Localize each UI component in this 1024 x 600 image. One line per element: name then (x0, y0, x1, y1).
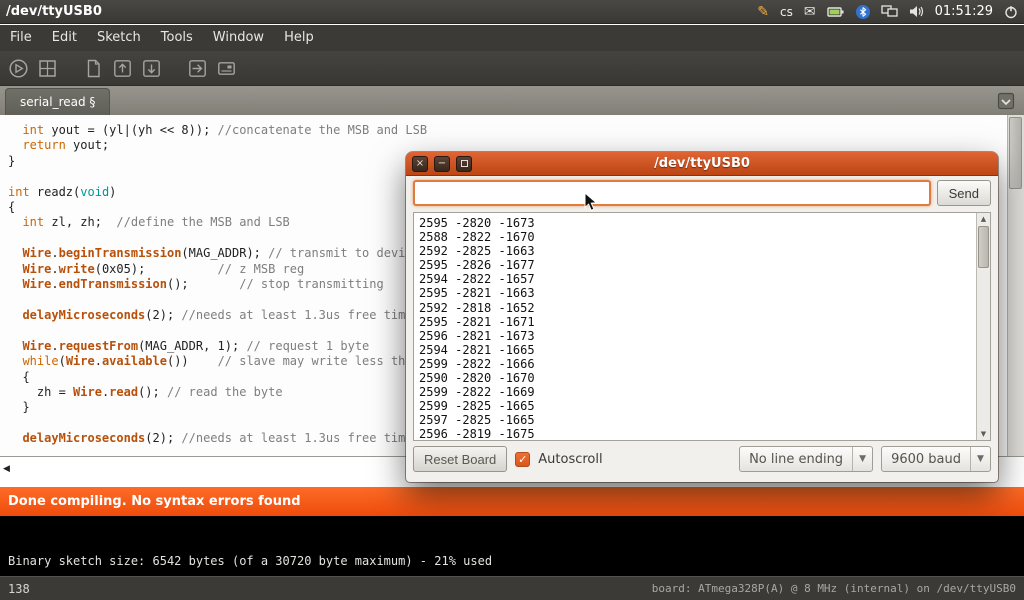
line-number-indicator: 138 (8, 582, 30, 596)
toolbar (0, 51, 1024, 86)
new-sketch-button[interactable] (81, 56, 105, 80)
save-sketch-button[interactable] (139, 56, 163, 80)
upload-button[interactable] (185, 56, 209, 80)
menu-sketch[interactable]: Sketch (87, 25, 151, 51)
verify-button[interactable] (6, 56, 30, 80)
serial-monitor-window: × − /dev/ttyUSB0 Send 2595 -2820 -1673 2… (406, 152, 998, 482)
maximize-icon[interactable] (456, 156, 472, 172)
reset-board-button[interactable]: Reset Board (413, 446, 507, 472)
scroll-left-arrow-icon[interactable]: ◀ (3, 464, 10, 474)
line-ending-value: No line ending (740, 452, 852, 467)
console-output: Binary sketch size: 6542 bytes (of a 307… (0, 516, 1024, 576)
notes-indicator-icon[interactable]: ✎ (757, 0, 769, 24)
serial-monitor-title: /dev/ttyUSB0 (406, 156, 998, 171)
bluetooth-icon[interactable] (856, 0, 870, 24)
volume-icon[interactable] (909, 0, 924, 24)
tab-serial-read[interactable]: serial_read § (5, 88, 110, 115)
scroll-up-arrow-icon[interactable]: ▲ (977, 213, 990, 225)
open-sketch-button[interactable] (110, 56, 134, 80)
menu-help[interactable]: Help (274, 25, 324, 51)
autoscroll-checkbox[interactable]: ✓ (515, 452, 530, 467)
close-icon[interactable]: × (412, 156, 428, 172)
serial-output-area[interactable]: 2595 -2820 -1673 2588 -2822 -1670 2592 -… (413, 212, 991, 441)
top-panel: /dev/ttyUSB0 ✎ cs ✉ 01:51:29 (0, 0, 1024, 24)
stop-button[interactable] (35, 56, 59, 80)
menu-window[interactable]: Window (203, 25, 274, 51)
panel-window-title: /dev/ttyUSB0 (0, 4, 102, 19)
send-button[interactable]: Send (937, 180, 991, 206)
board-info: board: ATmega328P(A) @ 8 MHz (internal) … (652, 582, 1016, 595)
scroll-down-arrow-icon[interactable]: ▼ (977, 428, 990, 440)
baud-rate-value: 9600 baud (882, 452, 970, 467)
chevron-down-icon: ▼ (970, 447, 990, 471)
serial-output-text: 2595 -2820 -1673 2588 -2822 -1670 2592 -… (414, 213, 976, 440)
editor-vertical-scrollbar[interactable] (1007, 115, 1024, 456)
footer-bar: 138 board: ATmega328P(A) @ 8 MHz (intern… (0, 576, 1024, 600)
minimize-icon[interactable]: − (434, 156, 450, 172)
tab-label: serial_read § (20, 95, 95, 109)
baud-rate-dropdown[interactable]: 9600 baud ▼ (881, 446, 991, 472)
serial-monitor-controls: Reset Board ✓ Autoscroll No line ending … (413, 445, 991, 473)
tab-bar: serial_read § (0, 86, 1024, 115)
menu-file[interactable]: File (0, 25, 42, 51)
menu-edit[interactable]: Edit (42, 25, 87, 51)
line-ending-dropdown[interactable]: No line ending ▼ (739, 446, 873, 472)
menu-tools[interactable]: Tools (151, 25, 203, 51)
serial-output-scrollbar[interactable]: ▲ ▼ (976, 213, 990, 440)
status-bar: Done compiling. No syntax errors found (0, 487, 1024, 516)
serial-input-row: Send (413, 179, 991, 207)
battery-icon[interactable] (827, 0, 845, 24)
status-message: Done compiling. No syntax errors found (8, 494, 301, 509)
menubar: File Edit Sketch Tools Window Help (0, 25, 1024, 51)
network-icon[interactable] (881, 0, 898, 24)
serial-monitor-button[interactable] (214, 56, 238, 80)
keyboard-layout-indicator[interactable]: cs (780, 0, 793, 24)
chevron-down-icon: ▼ (852, 447, 872, 471)
system-tray: ✎ cs ✉ 01:51:29 (757, 0, 1024, 24)
serial-input[interactable] (413, 180, 931, 206)
clock[interactable]: 01:51:29 (935, 0, 993, 24)
scrollbar-thumb[interactable] (978, 226, 989, 268)
serial-monitor-titlebar[interactable]: × − /dev/ttyUSB0 (406, 152, 998, 176)
scrollbar-thumb[interactable] (1009, 117, 1022, 189)
autoscroll-label: Autoscroll (538, 452, 602, 467)
console-text: Binary sketch size: 6542 bytes (of a 307… (8, 554, 1024, 568)
tab-menu-button[interactable] (996, 91, 1016, 111)
messaging-menu-icon[interactable]: ✉ (804, 0, 816, 24)
session-menu-icon[interactable] (1004, 0, 1018, 24)
